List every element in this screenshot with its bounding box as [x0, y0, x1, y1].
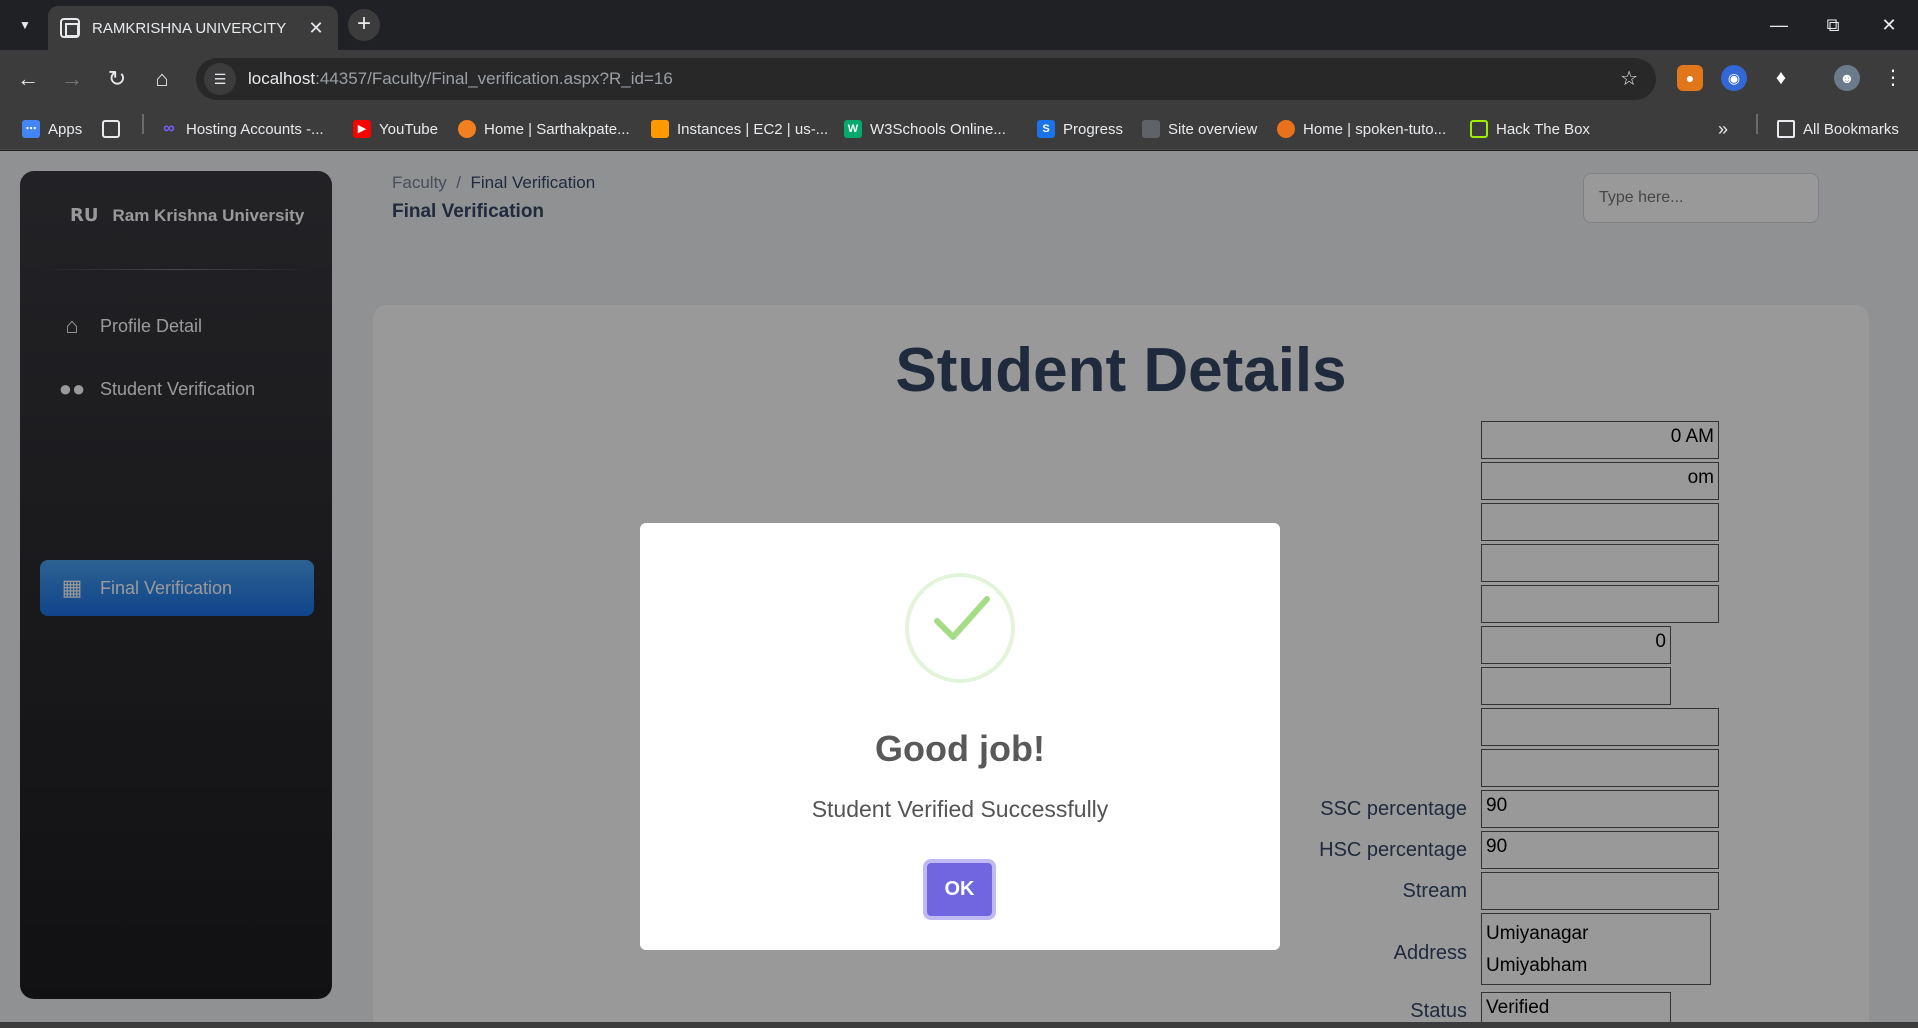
progress-icon: S: [1037, 120, 1055, 138]
folder-icon: [1777, 120, 1795, 138]
browser-toolbar: ← → ↻ ⌂ ☰ localhost:44357/Faculty/Final_…: [0, 50, 1918, 108]
forward-icon[interactable]: →: [56, 63, 88, 95]
bookmark-hosting-accounts[interactable]: ∞ Hosting Accounts -...: [160, 118, 323, 140]
metamask-icon[interactable]: ●: [1677, 65, 1703, 91]
spoken-icon: [1277, 120, 1295, 138]
extension-circle-icon[interactable]: ◉: [1721, 65, 1747, 91]
home-icon[interactable]: ⌂: [146, 63, 178, 95]
site-info-icon[interactable]: ☰: [204, 63, 236, 95]
infinity-icon: ∞: [163, 120, 175, 137]
bookmark-spoken-tutorial[interactable]: Home | spoken-tuto...: [1277, 118, 1446, 140]
success-dialog: Good job! Student Verified Successfully …: [640, 523, 1280, 950]
cloud-icon: [458, 120, 476, 138]
tab-close-icon[interactable]: ✕: [306, 18, 326, 39]
bookmark-progress[interactable]: S Progress: [1037, 118, 1123, 140]
restore-icon[interactable]: ⧉: [1818, 10, 1848, 40]
bookmark-apps[interactable]: ⋯ Apps: [22, 118, 82, 140]
browser-tab-strip: ▼ RAMKRISHNA UNIVERCITY ✕ + — ⧉ ✕: [0, 0, 1918, 50]
site-icon: [1142, 120, 1160, 138]
browser-menu-icon[interactable]: ⋮: [1880, 65, 1906, 91]
bookmarks-bar: ⋯ Apps ∞ Hosting Accounts -... ▶ YouTube…: [0, 108, 1918, 150]
dialog-title: Good job!: [875, 728, 1045, 769]
dialog-message: Student Verified Successfully: [811, 796, 1109, 822]
success-check-icon: [905, 573, 1015, 683]
bookmarks-overflow-icon[interactable]: »: [1718, 118, 1728, 140]
ok-button[interactable]: OK: [923, 859, 996, 920]
profile-avatar-icon[interactable]: ☻: [1834, 65, 1860, 91]
bookmark-grid[interactable]: [102, 118, 128, 140]
minimize-icon[interactable]: —: [1764, 10, 1794, 40]
bookmark-youtube[interactable]: ▶ YouTube: [353, 118, 438, 140]
bookmark-separator: [1756, 114, 1758, 134]
bookmark-separator: [142, 114, 144, 134]
apps-icon: ⋯: [22, 120, 40, 138]
bookmark-w3schools[interactable]: W W3Schools Online...: [844, 118, 1006, 140]
tab-favicon-icon: [60, 18, 80, 38]
aws-icon: [651, 120, 669, 138]
tab-title: RAMKRISHNA UNIVERCITY: [92, 19, 287, 37]
grid-icon: [102, 120, 120, 138]
extensions-puzzle-icon[interactable]: ♦: [1768, 65, 1794, 91]
page-viewport: RU Ram Krishna University ⌂ Profile Deta…: [0, 151, 1918, 1028]
w3schools-icon: W: [844, 120, 862, 138]
bottom-strip: [0, 1022, 1918, 1028]
address-bar[interactable]: ☰ localhost:44357/Faculty/Final_verifica…: [196, 58, 1656, 100]
youtube-icon: ▶: [353, 120, 371, 138]
htb-icon: [1470, 120, 1488, 138]
all-bookmarks[interactable]: All Bookmarks: [1777, 118, 1899, 140]
close-window-icon[interactable]: ✕: [1874, 10, 1904, 40]
bookmark-star-icon[interactable]: ☆: [1620, 66, 1638, 91]
back-icon[interactable]: ←: [12, 63, 44, 95]
bookmark-site-overview[interactable]: Site overview: [1142, 118, 1257, 140]
reload-icon[interactable]: ↻: [101, 63, 133, 95]
bookmark-ec2-instances[interactable]: Instances | EC2 | us-...: [651, 118, 828, 140]
browser-tab-active[interactable]: RAMKRISHNA UNIVERCITY ✕: [48, 6, 338, 50]
bookmark-hack-the-box[interactable]: Hack The Box: [1470, 118, 1590, 140]
url-text: localhost:44357/Faculty/Final_verificati…: [248, 69, 673, 88]
tab-search-chevron-icon[interactable]: ▼: [12, 12, 38, 38]
bookmark-sarthakpate[interactable]: Home | Sarthakpate...: [458, 118, 630, 140]
new-tab-button[interactable]: +: [348, 9, 380, 41]
